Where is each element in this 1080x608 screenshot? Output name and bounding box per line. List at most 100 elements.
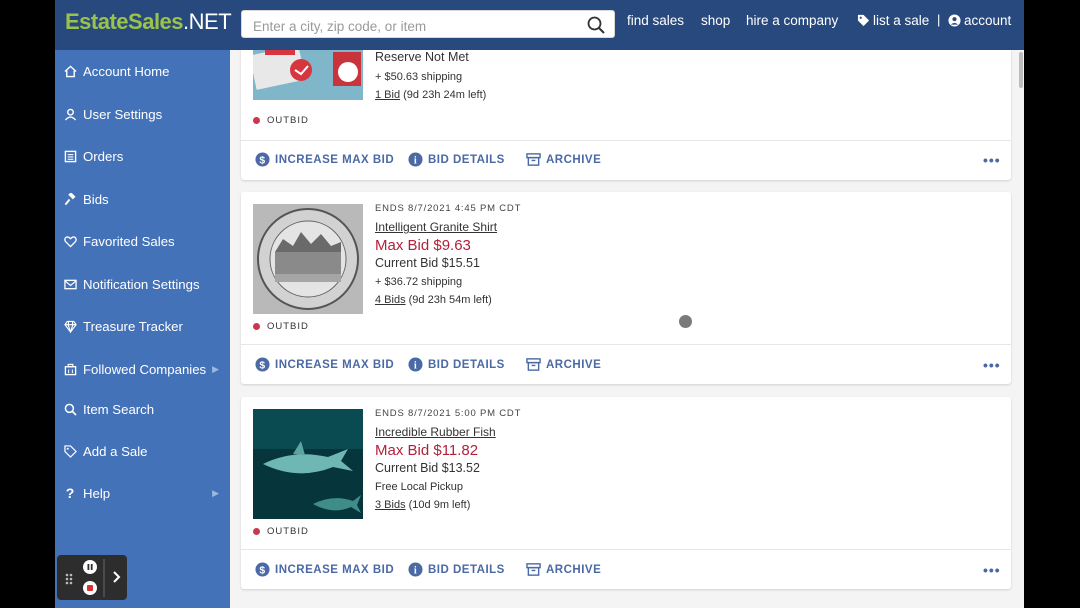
tag-icon [63, 444, 77, 458]
mouse-cursor [679, 315, 692, 328]
status-badge: OUTBID [253, 115, 309, 126]
nav-hire-a-company[interactable]: hire a company [746, 13, 838, 28]
archive-button[interactable]: ARCHIVE [526, 152, 601, 167]
item-thumbnail[interactable] [253, 409, 363, 519]
gavel-icon [63, 192, 77, 206]
item-title: Reserve Not Met [375, 50, 469, 64]
max-bid: Max Bid $9.63 [375, 237, 471, 254]
info-icon: i [408, 152, 423, 167]
app-frame: EstateSales.NET find sales shop hire a c… [55, 0, 1024, 608]
search-input[interactable] [251, 15, 575, 37]
shipping-info: Free Local Pickup [375, 481, 464, 493]
archive-button[interactable]: ARCHIVE [526, 562, 601, 577]
info-icon: i [408, 562, 423, 577]
status-dot [253, 117, 260, 124]
svg-text:$: $ [259, 155, 265, 166]
shipping-info: + $36.72 shipping [375, 276, 463, 288]
current-bid: Current Bid $15.51 [375, 256, 480, 270]
sidebar-item-followed-companies[interactable]: Followed Companies ▶ [63, 358, 223, 380]
bid-details-button[interactable]: i BID DETAILS [408, 562, 505, 577]
sidebar-item-bids[interactable]: Bids [63, 188, 223, 210]
bids-list: Reserve Not Met + $50.63 shipping 1 Bid … [230, 50, 1024, 608]
question-icon: ? [65, 485, 75, 501]
archive-button[interactable]: ARCHIVE [526, 357, 601, 372]
nav-account[interactable]: account [948, 13, 1011, 28]
sidebar-item-treasure-tracker[interactable]: Treasure Tracker [63, 315, 223, 337]
svg-text:$: $ [259, 360, 265, 371]
archive-icon [526, 152, 541, 167]
increase-max-bid-button[interactable]: $ INCREASE MAX BID [255, 152, 394, 167]
sidebar-item-favorited-sales[interactable]: Favorited Sales [63, 230, 223, 252]
scrollbar-thumb[interactable] [1019, 52, 1023, 88]
search-icon[interactable] [586, 15, 606, 35]
bids-link[interactable]: 4 Bids [375, 294, 406, 306]
search-icon [63, 402, 77, 416]
current-bid: Current Bid $13.52 [375, 461, 480, 475]
increase-max-bid-button[interactable]: $ INCREASE MAX BID [255, 562, 394, 577]
svg-text:$: $ [259, 565, 265, 576]
item-thumbnail[interactable] [253, 204, 363, 314]
sidebar-item-notification-settings[interactable]: Notification Settings [63, 273, 223, 295]
more-options-button[interactable]: ••• [983, 562, 1001, 578]
heart-icon [63, 234, 77, 248]
sidebar-item-add-a-sale[interactable]: Add a Sale [63, 440, 223, 462]
item-title[interactable]: Intelligent Granite Shirt [375, 220, 497, 234]
item-title[interactable]: Incredible Rubber Fish [375, 425, 496, 439]
chevron-right-icon: ▶ [212, 487, 219, 498]
drag-handle-icon [65, 573, 73, 585]
site-logo[interactable]: EstateSales.NET [65, 9, 232, 35]
nav-find-sales[interactable]: find sales [627, 13, 684, 28]
sidebar-item-help[interactable]: ? Help ▶ [63, 482, 223, 504]
sidebar: Account Home User Settings Orders Bids F… [55, 50, 230, 608]
sidebar-item-user-settings[interactable]: User Settings [63, 103, 223, 125]
sidebar-item-orders[interactable]: Orders [63, 145, 223, 167]
account-icon [948, 14, 961, 27]
card-divider [241, 549, 1011, 550]
bids-link[interactable]: 1 Bid [375, 89, 400, 101]
chevron-right-icon: ▶ [212, 363, 219, 374]
dollar-icon: $ [255, 152, 270, 167]
recorder-controls [65, 559, 121, 597]
auction-end-time: ENDS 8/7/2021 5:00 PM CDT [375, 408, 522, 419]
sidebar-item-item-search[interactable]: Item Search [63, 398, 223, 420]
dollar-icon: $ [255, 357, 270, 372]
status-dot [253, 323, 260, 330]
envelope-icon [63, 277, 77, 291]
svg-text:i: i [414, 155, 417, 166]
bid-card: ENDS 8/7/2021 5:00 PM CDT Incredible Rub… [241, 397, 1011, 589]
pause-icon [83, 560, 97, 574]
scrollbar[interactable] [1018, 50, 1024, 608]
nav-list-a-sale[interactable]: list a sale [857, 13, 929, 28]
bid-card: Reserve Not Met + $50.63 shipping 1 Bid … [241, 50, 1011, 180]
bids-info: 4 Bids (9d 23h 54m left) [375, 294, 492, 306]
card-divider [241, 344, 1011, 345]
bid-details-button[interactable]: i BID DETAILS [408, 357, 505, 372]
nav-separator: | [937, 12, 941, 27]
stop-record-icon [83, 581, 97, 595]
tag-icon [857, 14, 870, 27]
svg-text:i: i [414, 565, 417, 576]
nav-shop[interactable]: shop [701, 13, 730, 28]
auction-end-time: ENDS 8/7/2021 4:45 PM CDT [375, 203, 522, 214]
chevron-right-icon [113, 571, 121, 583]
status-badge: OUTBID [253, 526, 309, 537]
diamond-icon [63, 319, 77, 333]
info-icon: i [408, 357, 423, 372]
user-icon [63, 107, 77, 121]
bid-details-button[interactable]: i BID DETAILS [408, 152, 505, 167]
archive-icon [526, 357, 541, 372]
item-thumbnail[interactable] [253, 50, 363, 100]
more-options-button[interactable]: ••• [983, 152, 1001, 168]
increase-max-bid-button[interactable]: $ INCREASE MAX BID [255, 357, 394, 372]
home-icon [63, 64, 77, 78]
status-dot [253, 528, 260, 535]
more-options-button[interactable]: ••• [983, 357, 1001, 373]
top-navbar: EstateSales.NET find sales shop hire a c… [55, 0, 1024, 50]
card-divider [241, 140, 1011, 141]
sidebar-item-account-home[interactable]: Account Home [63, 60, 223, 82]
dollar-icon: $ [255, 562, 270, 577]
search-box [241, 10, 615, 38]
orders-icon [63, 149, 77, 163]
bids-link[interactable]: 3 Bids [375, 499, 406, 511]
bid-card: ENDS 8/7/2021 4:45 PM CDT Intelligent Gr… [241, 192, 1011, 384]
